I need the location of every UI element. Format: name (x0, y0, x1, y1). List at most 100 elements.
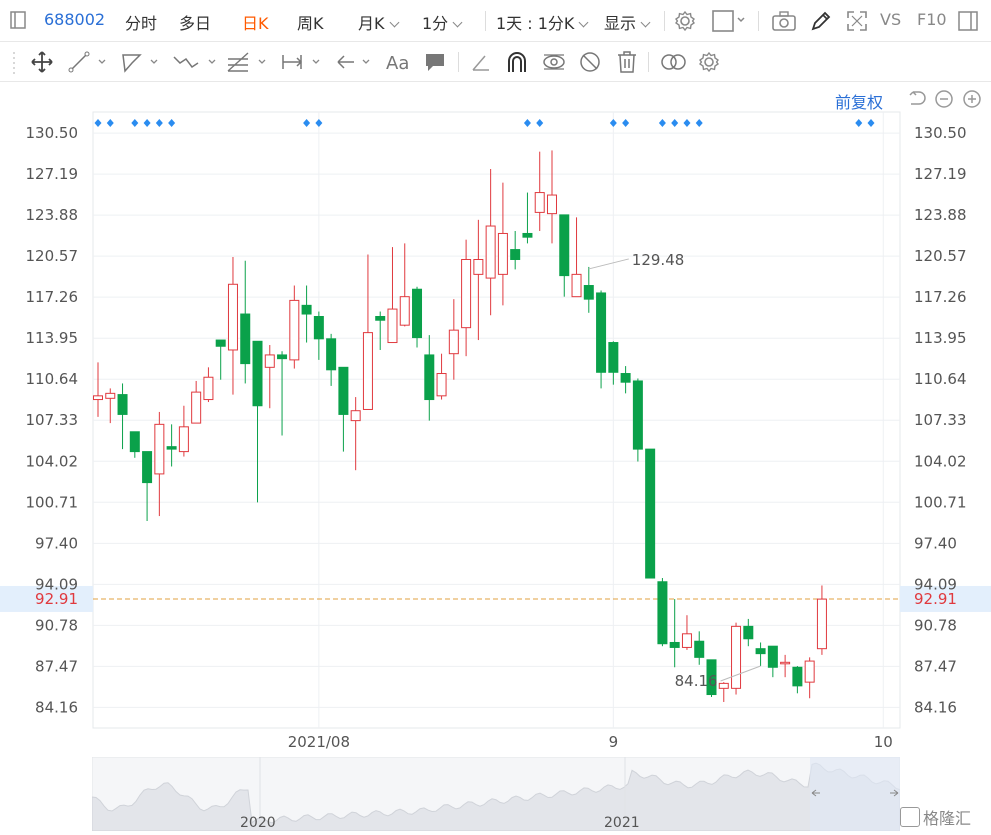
y-tick-label: 97.40 (35, 534, 78, 552)
candle (227, 257, 238, 395)
tab-daily-k[interactable]: 日K (242, 10, 269, 34)
candle-body (461, 258, 472, 329)
compare-icon[interactable] (660, 51, 688, 73)
sidebar-toggle-icon[interactable] (10, 11, 26, 29)
event-marker-icon (143, 119, 151, 127)
candle-body (780, 661, 791, 665)
candlestick-chart[interactable]: 130.50 127.19 123.88 120.57 117.26 113.95 110.… (0, 82, 991, 757)
trash-icon[interactable] (616, 50, 638, 74)
candle (694, 631, 705, 665)
event-marker-icon (671, 119, 679, 127)
y-tick-label: 100.71 (914, 493, 967, 511)
tab-weekly-k[interactable]: 周K (297, 10, 324, 34)
angle-icon[interactable] (470, 51, 492, 73)
candle (326, 333, 337, 386)
candle (608, 341, 619, 385)
candle (375, 311, 386, 350)
candle-body (681, 633, 692, 648)
y-tick-label: 130.50 (914, 124, 967, 142)
interval-select[interactable]: 1分 (422, 10, 463, 34)
arrow-icon[interactable] (334, 51, 376, 73)
candle (632, 378, 643, 462)
pencil-icon[interactable] (810, 10, 832, 32)
divider (485, 11, 486, 31)
candle-body (816, 598, 827, 650)
divider (648, 52, 649, 72)
candle (117, 383, 128, 450)
checkbox-icon[interactable] (712, 10, 746, 32)
stock-code[interactable]: 688002 (44, 10, 105, 29)
divider (458, 52, 459, 72)
y-tick-label: 117.26 (26, 288, 79, 306)
candle (424, 335, 435, 421)
candle-body (571, 273, 582, 298)
settings-icon[interactable] (674, 10, 696, 32)
candles (93, 150, 827, 702)
y-tick-label: 100.71 (26, 493, 79, 511)
event-marker-icon (867, 119, 875, 127)
drawing-toolbar: Aa (0, 42, 991, 82)
candle-body (767, 645, 778, 668)
chevron-down-icon (389, 17, 399, 28)
display-select[interactable]: 显示 (604, 10, 651, 34)
period-select[interactable]: 1天 : 1分K (496, 10, 589, 34)
settings-icon[interactable] (698, 51, 720, 73)
f10-button[interactable]: F10 (917, 10, 947, 29)
candle (191, 380, 202, 424)
hide-icon[interactable] (578, 50, 602, 74)
drag-handle-icon[interactable] (12, 50, 16, 74)
fib-icon[interactable] (226, 51, 270, 73)
y-tick-label: 120.57 (914, 247, 967, 265)
candle-body (191, 391, 202, 424)
vs-button[interactable]: VS (880, 10, 901, 29)
eye-icon[interactable] (541, 50, 567, 74)
move-icon[interactable] (30, 50, 54, 74)
candle-body (448, 329, 459, 355)
candle-body (559, 214, 570, 277)
chevron-down-icon (452, 17, 463, 28)
candle (178, 405, 189, 457)
tab-multiday[interactable]: 多日 (179, 10, 211, 34)
line-icon[interactable] (68, 51, 110, 73)
candle-body (129, 431, 140, 453)
y-tick-label: 90.78 (914, 616, 957, 634)
panel-toggle-icon[interactable] (958, 11, 978, 31)
y-tick-label: 117.26 (914, 288, 967, 306)
range-navigator[interactable]: 2020 2021 (92, 757, 900, 831)
note-icon[interactable] (424, 51, 446, 73)
candle (387, 247, 398, 344)
event-marker-icon (131, 119, 139, 127)
range-icon[interactable] (280, 51, 324, 73)
candle-body (277, 354, 288, 360)
tab-monthly-k[interactable]: 月K (358, 10, 399, 34)
magnet-icon[interactable] (505, 50, 529, 74)
candle-body (743, 625, 754, 640)
candle-body (473, 258, 484, 275)
fullscreen-icon[interactable] (846, 10, 868, 32)
navigator-year-label: 2021 (604, 815, 640, 831)
candle (743, 618, 754, 647)
y-tick-label: 84.16 (35, 698, 78, 716)
candle (166, 424, 177, 467)
candle (755, 642, 766, 667)
candle (252, 340, 263, 503)
candle-body (583, 285, 594, 300)
candle-body (166, 446, 177, 450)
candle (571, 217, 582, 298)
tab-intraday[interactable]: 分时 (125, 10, 157, 34)
event-marker-icon (622, 119, 630, 127)
text-icon[interactable]: Aa (385, 50, 413, 74)
polygon-icon[interactable] (120, 51, 162, 73)
camera-icon[interactable] (772, 11, 796, 31)
x-axis: 2021/08 9 10 (288, 733, 893, 751)
candle-body (387, 308, 398, 344)
candle (792, 666, 803, 694)
candle-body (93, 395, 103, 401)
chevron-down-icon (578, 17, 589, 28)
display-label: 显示 (604, 14, 637, 33)
event-marker-icon (609, 119, 617, 127)
candle (522, 192, 533, 244)
watermark-logo-icon (900, 807, 920, 827)
event-markers (94, 119, 875, 127)
wave-icon[interactable] (172, 51, 220, 73)
